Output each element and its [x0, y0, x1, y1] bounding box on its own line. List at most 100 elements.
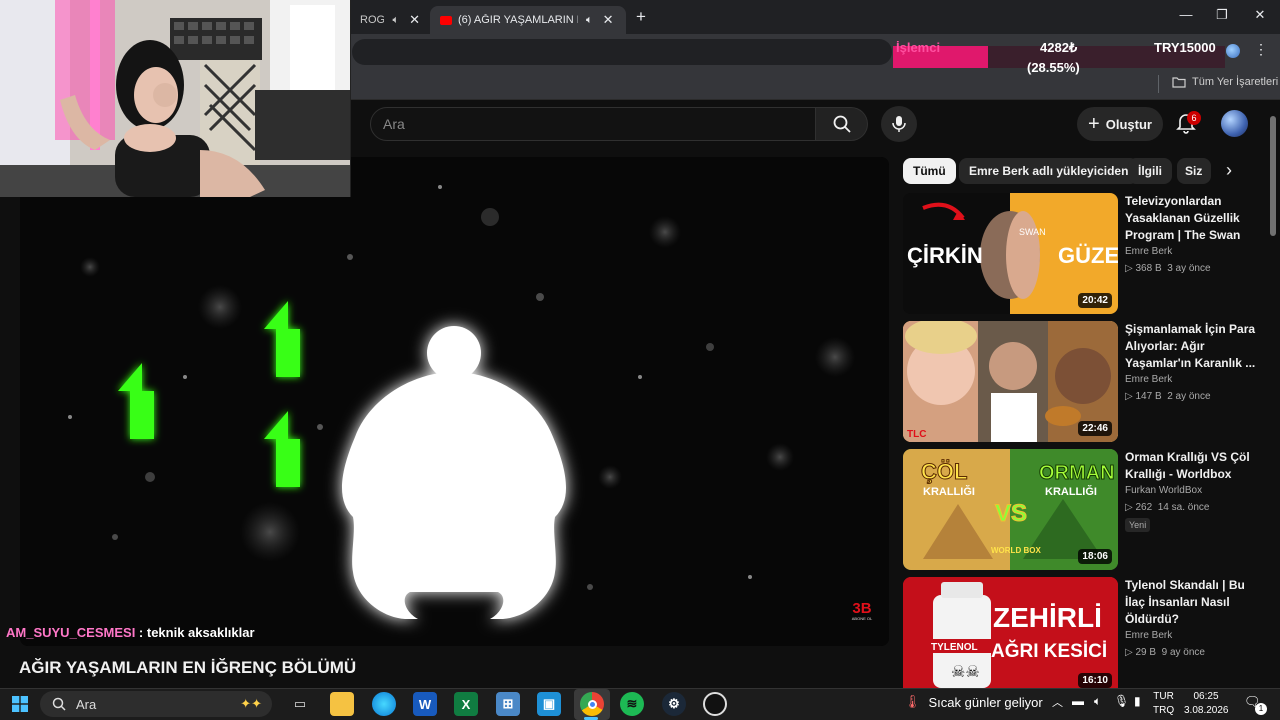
speaker-icon[interactable]: 🔈︎	[586, 14, 593, 27]
thumb-text: VS	[995, 500, 1027, 527]
word-icon[interactable]: W	[413, 692, 437, 716]
folder-icon	[1172, 77, 1186, 88]
view-count: 29 B	[1135, 647, 1157, 658]
chip-from-uploader[interactable]: Emre Berk adlı yükleyiciden	[959, 158, 1139, 184]
svg-text:☠☠: ☠☠	[951, 662, 980, 681]
calculator-icon[interactable]: ⊞	[496, 692, 520, 716]
recommendation-title[interactable]: Tylenol Skandalı | Bu İlaç İnsanları Nas…	[1125, 577, 1260, 628]
channel-name[interactable]: Emre Berk	[1125, 374, 1172, 385]
search-icon	[833, 115, 851, 133]
play-icon: ▷	[1125, 647, 1133, 658]
create-button[interactable]: + Oluştur	[1077, 107, 1163, 141]
battery-icon[interactable]: ▮	[1134, 694, 1141, 708]
video-thumbnail[interactable]: TLC 22:46	[903, 321, 1118, 442]
voice-search-button[interactable]	[881, 106, 917, 142]
video-title: AĞIR YAŞAMLARIN EN İĞRENÇ BÖLÜMÜ	[19, 658, 357, 677]
play-icon: ▷	[1125, 263, 1133, 274]
upload-age: 2 ay önce	[1167, 391, 1211, 402]
video-thumbnail[interactable]: TYLENOL ☠☠ ZEHİRLİ AĞRI KESİCİ 16:10	[903, 577, 1118, 688]
notification-count-badge: 6	[1187, 111, 1201, 125]
microphone-icon[interactable]: 🎙︎	[1114, 694, 1129, 708]
spotify-icon[interactable]: ≋	[620, 692, 644, 716]
keyboard-layout: TRQ	[1153, 705, 1175, 716]
upload-age: 9 ay önce	[1161, 647, 1205, 658]
task-view-icon[interactable]: ▭	[288, 692, 312, 716]
tab-active[interactable]: (6) AĞIR YAŞAMLARIN EN İ 🔈︎ ✕	[430, 6, 626, 34]
thumb-text: ÇİRKİN	[907, 243, 983, 268]
speaker-icon: 🔈︎	[392, 13, 400, 26]
taskbar-search-label: Ara	[76, 696, 97, 712]
view-count: 147 B	[1135, 391, 1162, 402]
plus-icon: +	[1088, 113, 1100, 135]
cpu-label: İşlemci	[896, 40, 941, 55]
page-scrollbar[interactable]	[1270, 116, 1276, 236]
input-language[interactable]: TUR TRQ	[1153, 690, 1174, 718]
weather-text: Sıcak günler geliyor	[928, 694, 1043, 710]
weather-widget[interactable]: 🌡︎ Sıcak günler geliyor	[904, 694, 1043, 710]
video-thumbnail[interactable]: ÇİRKİN GÜZEL SWAN 20:42	[903, 193, 1118, 314]
video-meta: ▷ 147 B 2 ay önce	[1125, 391, 1211, 402]
edge-icon[interactable]	[372, 692, 396, 716]
file-explorer-icon[interactable]	[330, 692, 354, 716]
chevron-right-icon[interactable]: ›	[1218, 160, 1240, 182]
search-input[interactable]: Ara	[370, 107, 816, 141]
channel-watermark: 3B	[852, 600, 871, 617]
store-icon[interactable]: ▣	[537, 692, 561, 716]
video-duration: 16:10	[1078, 673, 1112, 688]
close-tab-icon[interactable]: ✕	[603, 12, 614, 28]
steam-icon[interactable]: ⚙	[662, 692, 686, 716]
obs-icon[interactable]	[703, 692, 727, 716]
taskbar-search[interactable]: Ara ✦✦	[40, 691, 272, 717]
thumb-text: SWAN	[1019, 227, 1046, 237]
avatar[interactable]	[1221, 110, 1248, 137]
thumb-text: ORMAN	[1039, 462, 1115, 484]
chat-text: : teknik aksaklıklar	[135, 625, 255, 640]
chip-for-you[interactable]: Siz	[1177, 158, 1211, 184]
speaker-icon[interactable]: 🔈︎	[1094, 694, 1101, 709]
recommendation-title[interactable]: Televizyonlardan Yasaklanan Güzellik Pro…	[1125, 193, 1260, 244]
video-thumbnail[interactable]: ÇÖL KRALLIĞI ORMAN KRALLIĞI VS WORLD BOX…	[903, 449, 1118, 570]
play-icon: ▷	[1125, 502, 1133, 513]
minimize-icon[interactable]: —	[1172, 7, 1200, 27]
recommendation-title[interactable]: Şişmanlamak İçin Para Alıyorlar: Ağır Ya…	[1125, 321, 1260, 372]
network-icon[interactable]: ▬	[1072, 694, 1084, 708]
clock-date: 3.08.2026	[1184, 705, 1229, 716]
all-bookmarks-label: Tüm Yer İşaretleri	[1192, 76, 1279, 88]
video-frame: 3B ABONE OL	[20, 157, 889, 646]
recommendation-title[interactable]: Orman Krallığı VS Çöl Krallığı - Worldbo…	[1125, 449, 1260, 483]
video-duration: 18:06	[1078, 549, 1112, 564]
upload-age: 14 sa. önce	[1157, 502, 1210, 513]
address-bar[interactable]	[352, 39, 892, 65]
thermometer-icon: 🌡︎	[904, 694, 921, 709]
video-player[interactable]: 3B ABONE OL	[20, 157, 889, 646]
maximize-icon[interactable]: ❐	[1208, 7, 1236, 27]
chat-username: AM_SUYU_CESMESI	[6, 625, 136, 640]
video-meta: ▷ 368 B 3 ay önce	[1125, 263, 1211, 274]
channel-name[interactable]: Emre Berk	[1125, 246, 1172, 257]
all-bookmarks-button[interactable]: Tüm Yer İşaretleri	[1172, 76, 1278, 88]
thumb-text: KRALLIĞI	[923, 485, 975, 498]
channel-name[interactable]: Furkan WorldBox	[1125, 485, 1202, 496]
browser-menu-icon[interactable]: ⋮	[1254, 41, 1268, 58]
video-meta: ▷ 262 14 sa. önce	[1125, 502, 1209, 513]
chevron-up-icon[interactable]: ︿	[1052, 694, 1063, 710]
chip-all[interactable]: Tümü	[903, 158, 956, 184]
view-count: 368 B	[1135, 263, 1162, 274]
globe-icon	[1226, 44, 1240, 58]
windows-start-icon[interactable]	[12, 696, 28, 717]
create-label: Oluştur	[1105, 116, 1152, 132]
tab-background[interactable]: ROGRA 🔈︎ ✕	[350, 6, 430, 34]
notification-count: 1	[1255, 703, 1267, 715]
search-button[interactable]	[816, 107, 868, 141]
video-meta: ▷ 29 B 9 ay önce	[1125, 647, 1205, 658]
chrome-icon[interactable]	[580, 692, 604, 716]
thumb-text: TLC	[907, 429, 926, 440]
excel-icon[interactable]: X	[454, 692, 478, 716]
close-window-icon[interactable]: ✕	[1246, 7, 1274, 27]
channel-name[interactable]: Emre Berk	[1125, 630, 1172, 641]
chip-related[interactable]: İlgili	[1128, 158, 1172, 184]
thumb-text: ÇÖL	[921, 459, 967, 484]
new-tab-icon[interactable]: +	[632, 7, 650, 27]
close-tab-icon[interactable]: ✕	[409, 12, 420, 28]
clock[interactable]: 06:25 3.08.2026	[1184, 690, 1229, 718]
